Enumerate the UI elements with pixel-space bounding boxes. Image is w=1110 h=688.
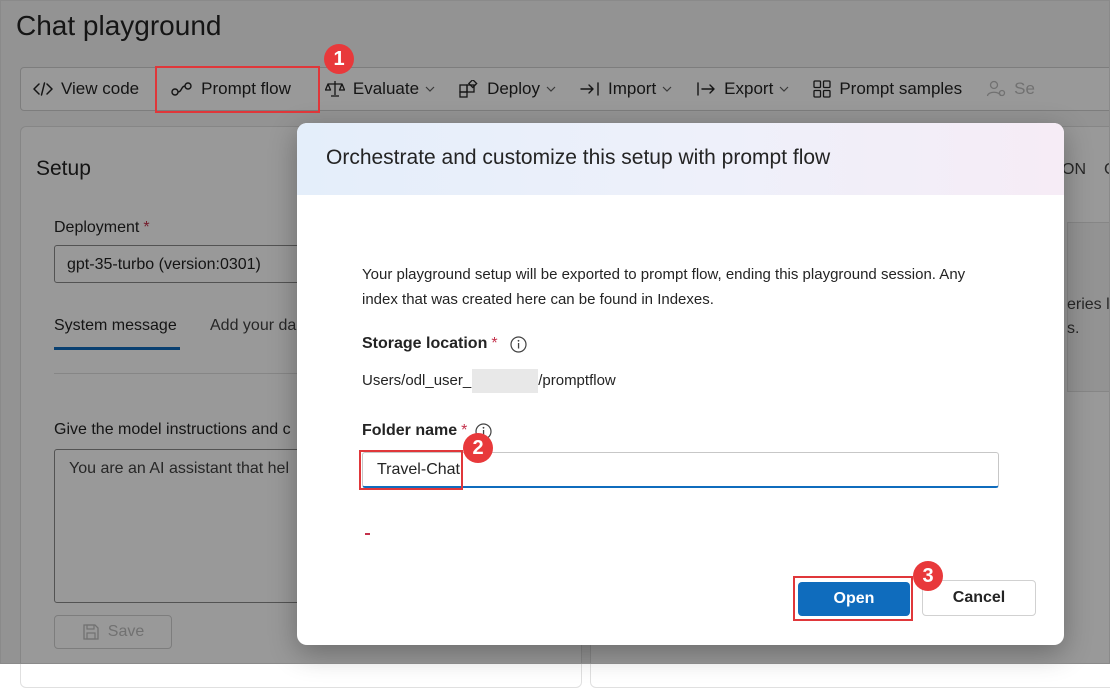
step-badge-3: 3: [913, 561, 943, 591]
step-badge-2: 2: [463, 433, 493, 463]
storage-path-suffix: /promptflow: [538, 371, 616, 389]
redacted-username: [472, 369, 539, 393]
dialog-title: Orchestrate and customize this setup wit…: [326, 146, 831, 169]
step-badge-1: 1: [324, 44, 354, 74]
dialog-description: Your playground setup will be exported t…: [362, 266, 966, 308]
open-button[interactable]: Open: [798, 582, 910, 616]
folder-name-text: Folder name: [362, 422, 458, 439]
folder-name-input[interactable]: [362, 452, 999, 488]
storage-path-prefix: Users/odl_user_: [362, 371, 472, 389]
storage-location-value: Users/odl_user_ /promptflow: [362, 369, 616, 393]
storage-location-text: Storage location: [362, 335, 488, 352]
storage-location-label: Storage location *: [362, 335, 527, 353]
validation-mark: [365, 533, 370, 535]
prompt-flow-dialog: Orchestrate and customize this setup wit…: [297, 123, 1064, 645]
info-icon[interactable]: [509, 335, 527, 353]
required-marker: *: [491, 335, 498, 352]
